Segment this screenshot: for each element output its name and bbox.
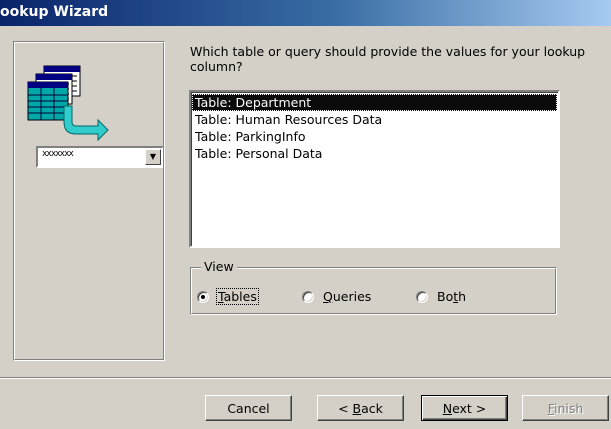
list-item-personal-data[interactable]: Table: Personal Data bbox=[192, 145, 557, 162]
button-divider bbox=[0, 377, 611, 379]
radio-button-icon[interactable] bbox=[302, 290, 314, 303]
view-group: View Tables Queries Both bbox=[190, 259, 557, 315]
next-button-label: Next > bbox=[442, 400, 487, 416]
radio-queries[interactable]: Queries bbox=[302, 288, 373, 305]
cancel-button[interactable]: Cancel bbox=[205, 395, 292, 421]
sample-combo-box: xxxxxxx ▼ bbox=[36, 146, 164, 168]
prompt-text: Which table or query should provide the … bbox=[190, 44, 586, 74]
back-button-label: < Back bbox=[338, 400, 383, 416]
table-list[interactable]: Table: Department Table: Human Resources… bbox=[189, 90, 560, 248]
finish-button[interactable]: Finish bbox=[522, 395, 609, 421]
next-button[interactable]: Next > bbox=[421, 395, 508, 421]
radio-queries-label: Queries bbox=[323, 289, 372, 304]
cancel-button-label: Cancel bbox=[227, 400, 270, 416]
radio-tables-label: Tables bbox=[216, 288, 259, 305]
list-item-human-resources-data[interactable]: Table: Human Resources Data bbox=[192, 111, 557, 128]
list-item-department[interactable]: Table: Department bbox=[192, 94, 557, 111]
radio-tables[interactable]: Tables bbox=[197, 288, 259, 305]
sample-combo-text: xxxxxxx bbox=[42, 149, 74, 159]
title-bar[interactable]: ookup Wizard bbox=[0, 0, 611, 26]
wizard-illustration-panel: xxxxxxx ▼ bbox=[13, 41, 165, 361]
view-group-label: View bbox=[201, 259, 237, 274]
radio-button-icon[interactable] bbox=[416, 290, 428, 303]
radio-both-label: Both bbox=[437, 289, 467, 304]
list-item-parkinginfo[interactable]: Table: ParkingInfo bbox=[192, 128, 557, 145]
back-button[interactable]: < Back bbox=[317, 395, 404, 421]
radio-button-icon[interactable] bbox=[197, 290, 209, 303]
dropdown-arrow-icon: ▼ bbox=[145, 149, 161, 165]
finish-button-label: Finish bbox=[547, 400, 584, 416]
window-title: ookup Wizard bbox=[0, 4, 109, 20]
radio-both[interactable]: Both bbox=[416, 288, 468, 305]
table-to-combo-arrow-icon bbox=[27, 65, 109, 142]
